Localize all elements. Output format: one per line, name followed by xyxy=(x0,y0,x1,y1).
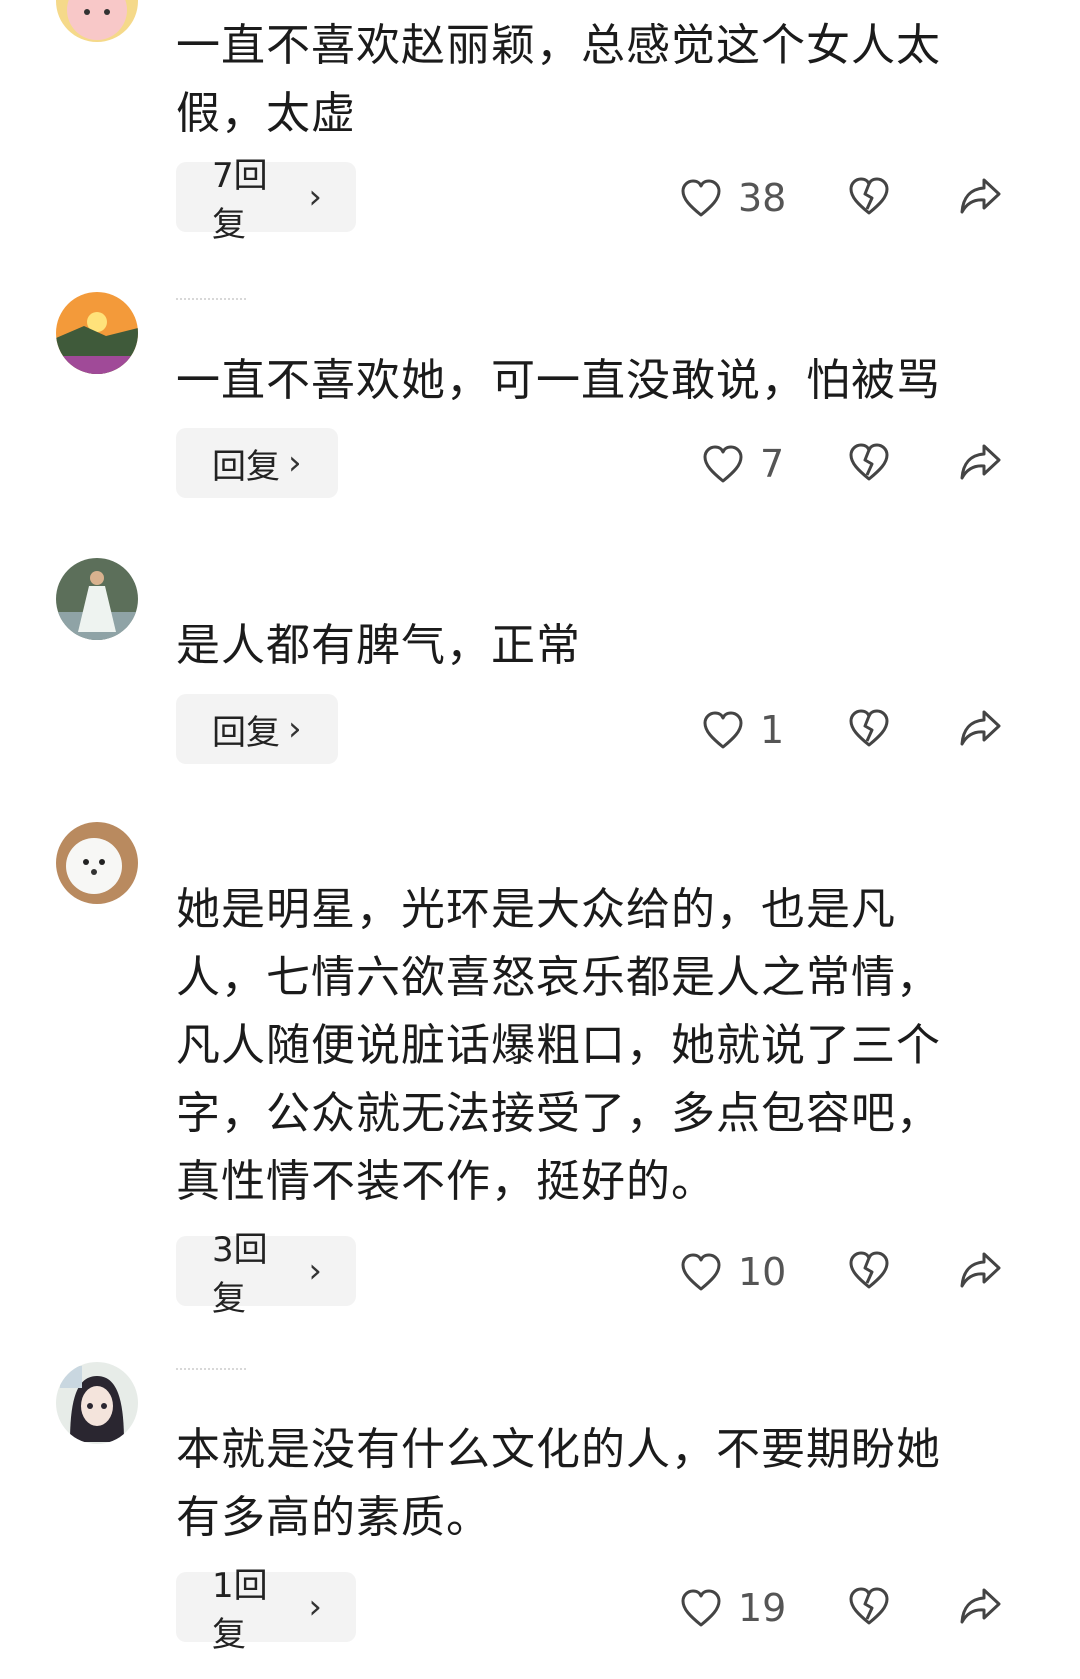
cartoon-rabbit-icon xyxy=(56,0,138,42)
reply-label: 回复 xyxy=(212,712,280,753)
share-arrow-icon xyxy=(960,1252,1001,1288)
share-button[interactable] xyxy=(958,176,1002,216)
avatar[interactable] xyxy=(56,292,138,374)
username xyxy=(176,1368,246,1374)
avatar[interactable] xyxy=(56,1362,138,1444)
reply-button[interactable]: 3回复 › xyxy=(176,1230,356,1319)
sunset-landscape-icon xyxy=(56,292,138,374)
chevron-right-icon: › xyxy=(308,1251,322,1291)
heart-icon xyxy=(703,445,743,483)
share-arrow-icon xyxy=(960,444,1001,480)
like-button[interactable]: 7 xyxy=(702,442,784,486)
heart-icon xyxy=(681,1589,721,1627)
avatar[interactable] xyxy=(56,558,138,640)
share-arrow-icon xyxy=(960,178,1001,214)
chevron-right-icon: › xyxy=(308,177,322,217)
like-button[interactable]: 19 xyxy=(680,1586,786,1630)
reply-label: 3回复 xyxy=(212,1230,268,1319)
share-arrow-icon xyxy=(960,710,1001,746)
heart-icon xyxy=(681,1253,721,1291)
reply-button[interactable]: 1回复 › xyxy=(176,1566,356,1655)
dislike-button[interactable] xyxy=(848,1250,890,1290)
like-count: 38 xyxy=(738,176,787,220)
reply-button[interactable]: 7回复 › xyxy=(176,156,356,245)
reply-button[interactable]: 回复 › xyxy=(176,694,338,764)
comment-text: 是人都有脾气，正常 xyxy=(176,620,581,671)
chevron-right-icon: › xyxy=(288,443,302,483)
comment-text: 一直不喜欢她，可一直没敢说，怕被骂 xyxy=(176,355,941,406)
reply-label: 7回复 xyxy=(212,156,268,245)
like-count: 10 xyxy=(738,1250,787,1294)
share-arrow-icon xyxy=(960,1588,1001,1624)
comment-text: 她是明星，光环是大众给的，也是凡 人，七情六欲喜怒哀乐都是人之常情， 凡人随便说… xyxy=(176,884,941,1207)
anime-girl-icon xyxy=(56,1362,138,1444)
like-button[interactable]: 38 xyxy=(680,176,786,220)
chevron-right-icon: › xyxy=(308,1587,322,1627)
woman-in-dress-icon xyxy=(56,558,138,640)
share-button[interactable] xyxy=(958,442,1002,482)
dislike-button[interactable] xyxy=(848,1586,890,1626)
broken-heart-icon xyxy=(849,1251,889,1289)
like-count: 7 xyxy=(760,442,785,486)
like-button[interactable]: 10 xyxy=(680,1250,786,1294)
broken-heart-icon xyxy=(849,709,889,747)
broken-heart-icon xyxy=(849,443,889,481)
username xyxy=(176,298,246,304)
dislike-button[interactable] xyxy=(848,708,890,748)
heart-icon xyxy=(703,711,743,749)
white-dog-icon xyxy=(56,822,138,904)
share-button[interactable] xyxy=(958,708,1002,748)
comment-text: 一直不喜欢赵丽颖，总感觉这个女人太 假，太虚 xyxy=(176,20,941,139)
dislike-button[interactable] xyxy=(848,442,890,482)
chevron-right-icon: › xyxy=(288,709,302,749)
like-count: 19 xyxy=(738,1586,787,1630)
avatar[interactable] xyxy=(56,822,138,904)
comment-text: 本就是没有什么文化的人，不要期盼她 有多高的素质。 xyxy=(176,1424,941,1543)
dislike-button[interactable] xyxy=(848,176,890,216)
reply-label: 回复 xyxy=(212,446,280,487)
broken-heart-icon xyxy=(849,177,889,215)
heart-icon xyxy=(681,179,721,217)
share-button[interactable] xyxy=(958,1586,1002,1626)
reply-label: 1回复 xyxy=(212,1566,268,1655)
like-count: 1 xyxy=(760,708,785,752)
share-button[interactable] xyxy=(958,1250,1002,1290)
reply-button[interactable]: 回复 › xyxy=(176,428,338,498)
like-button[interactable]: 1 xyxy=(702,708,784,752)
avatar[interactable] xyxy=(56,0,138,42)
broken-heart-icon xyxy=(849,1587,889,1625)
